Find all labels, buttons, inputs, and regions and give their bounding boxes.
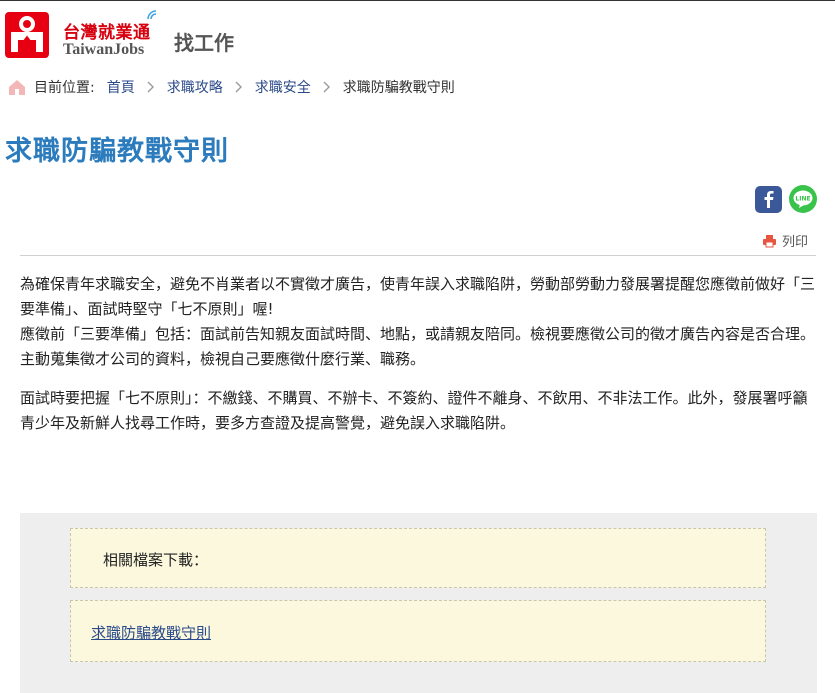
breadcrumb-current: 求職防騙教戰守則	[342, 80, 455, 96]
download-section: 相關檔案下載： 求職防騙教戰守則	[20, 513, 817, 693]
printer-icon	[763, 234, 776, 247]
divider	[20, 255, 816, 256]
chevron-right-icon	[323, 81, 330, 93]
breadcrumb: 目前位置: 首頁 求職攻略 求職安全 求職防騙教戰守則	[8, 76, 455, 98]
breadcrumb-job-tips-link[interactable]: 求職攻略	[167, 77, 223, 97]
home-icon	[9, 80, 25, 95]
paragraph-seven-principles: 面試時要把握「七不原則」：不繳錢、不購買、不辦卡、不簽約、證件不離身、不飲用、不…	[20, 389, 808, 432]
site-header: 台灣就業通 TaiwanJobs 找工作	[0, 8, 835, 64]
breadcrumb-prefix: 目前位置:	[34, 80, 95, 96]
paragraph-intro: 為確保青年求職安全，避免不肖業者以不實徵才廣告，使青年誤入求職陷阱，勞動部勞動力…	[20, 275, 816, 318]
signal-icon	[147, 10, 157, 20]
facebook-share-icon[interactable]	[755, 186, 782, 213]
download-file-box: 求職防騙教戰守則	[70, 600, 766, 662]
download-label: 相關檔案下載：	[103, 551, 209, 569]
logo-text-en[interactable]: TaiwanJobs	[63, 41, 144, 59]
top-border	[0, 0, 835, 1]
chevron-right-icon	[235, 81, 242, 93]
download-file-link[interactable]: 求職防騙教戰守則	[91, 622, 211, 643]
svg-text:LINE: LINE	[795, 196, 810, 203]
breadcrumb-home-link[interactable]: 首頁	[107, 77, 135, 97]
taiwanjobs-logo-icon[interactable]	[5, 12, 49, 58]
download-header-box: 相關檔案下載：	[70, 528, 766, 588]
print-button[interactable]: 列印	[762, 231, 808, 250]
article-body: 為確保青年求職安全，避免不肖業者以不實徵才廣告，使青年誤入求職陷阱，勞動部勞動力…	[20, 272, 816, 436]
breadcrumb-job-safety-link[interactable]: 求職安全	[255, 77, 311, 97]
print-label: 列印	[782, 235, 809, 250]
logo-text-zh[interactable]: 台灣就業通	[63, 18, 151, 43]
line-share-icon[interactable]: LINE	[789, 185, 817, 213]
chevron-right-icon	[147, 81, 154, 93]
paragraph-three-preparations: 應徵前「三要準備」包括：面試前告知親友面試時間、地點，或請親友陪同。檢視要應徵公…	[20, 325, 816, 368]
page-title: 求職防騙教戰守則	[5, 136, 229, 167]
nav-section-title[interactable]: 找工作	[174, 27, 234, 56]
